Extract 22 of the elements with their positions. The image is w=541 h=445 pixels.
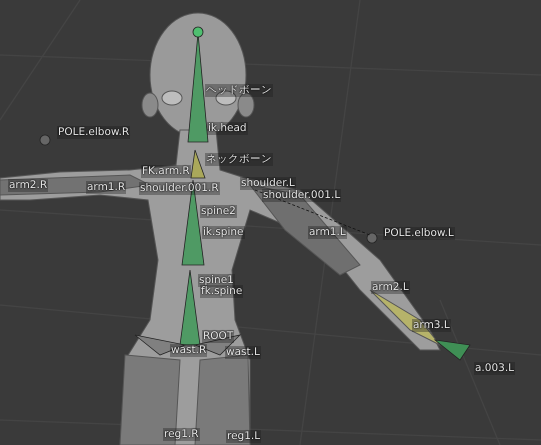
bone-label: shoulder.L [240,177,296,190]
bone-label: a.003.L [474,362,516,374]
bone-label: POLE.elbow.R [57,126,130,138]
bone-label: spine1 [198,274,235,286]
bone-label: wast.L [225,346,261,358]
bone-label: wast.R [170,344,208,356]
bone-label: arm1.R [86,181,126,194]
bone-label: ネックボーン [205,153,273,166]
bone-label: ik.head [207,122,248,134]
bone-label: reg1.R [163,428,200,440]
bone-label: arm2.R [8,179,48,192]
bone-label: shoulder.001.L [262,189,342,202]
bone-label: arm2.L [371,281,410,294]
bone-label: FK.arm.R [141,165,191,178]
bone-label: reg1.L [226,430,262,442]
bone-label: POLE.elbow.L [383,227,455,240]
bone-label: arm3.L [412,319,451,332]
bone-label: fk.spine [200,285,244,298]
bone-label: spine2 [200,205,237,218]
bone-label: ヘッドボーン [205,84,273,96]
bone-label: arm1.L [308,226,347,238]
bone-label: ik.spine [202,226,245,238]
